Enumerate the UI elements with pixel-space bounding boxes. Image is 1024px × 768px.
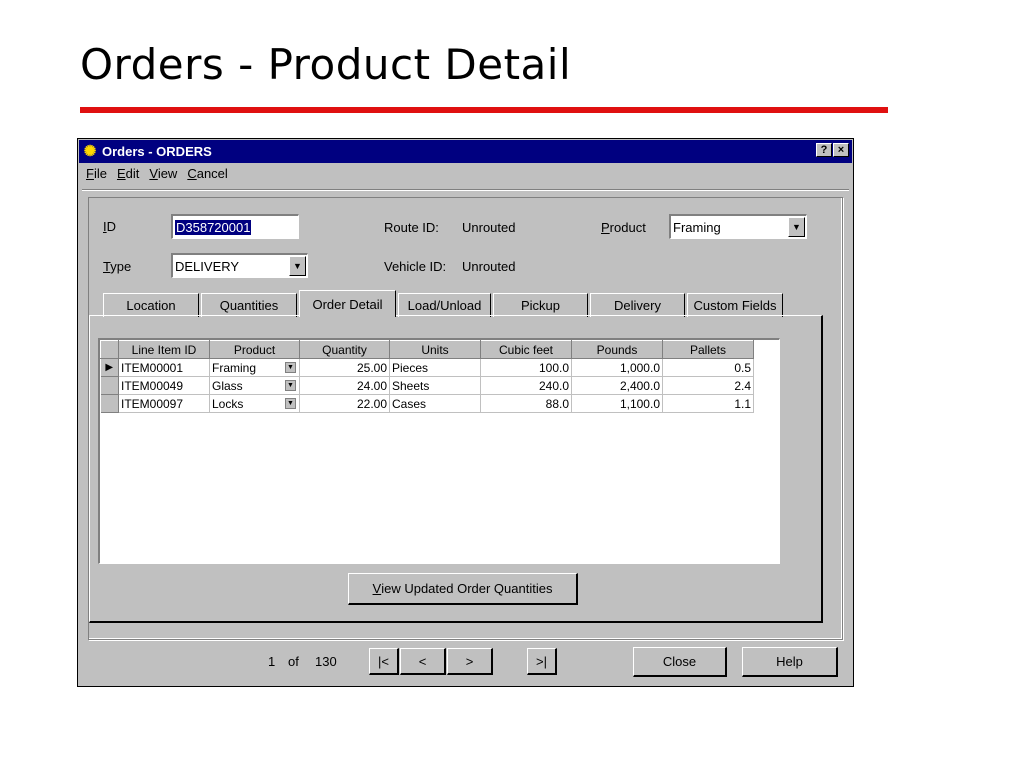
column-header[interactable]: Pounds [571,340,663,359]
id-label: ID [103,219,117,234]
id-field[interactable]: D358720001 [171,214,299,239]
tab-order-detail[interactable]: Order Detail [299,290,396,317]
chevron-down-icon[interactable]: ▼ [285,362,296,373]
close-button[interactable]: Close [633,647,727,677]
pallets-cell[interactable]: 2.4 [662,376,754,395]
table-row[interactable]: ▶ ITEM00001 Framing ▼ 25.00 Pieces 100.0 … [100,358,754,377]
close-icon[interactable]: × [833,143,849,157]
column-header[interactable]: Product [209,340,300,359]
column-header[interactable]: Cubic feet [480,340,572,359]
pager-total: 130 [315,654,337,669]
table-row[interactable]: ITEM00049 Glass ▼ 24.00 Sheets 240.0 2,40… [100,376,754,395]
pallets-cell[interactable]: 0.5 [662,358,754,377]
row-indicator-header [100,340,119,359]
line-item-id-cell[interactable]: ITEM00001 [118,358,210,377]
chevron-down-icon[interactable]: ▼ [788,217,805,237]
line-items-table: Line Item ID Product Quantity Units Cubi… [100,340,754,413]
product-value: Framing [673,219,721,235]
type-value: DELIVERY [175,258,240,274]
quantity-cell[interactable]: 22.00 [299,394,390,413]
slide-title: Orders - Product Detail [80,40,572,89]
menu-separator [82,189,849,191]
window-title: Orders - ORDERS [102,144,212,159]
column-header[interactable]: Units [389,340,481,359]
quantity-cell[interactable]: 25.00 [299,358,390,377]
next-record-button[interactable]: > [447,648,493,675]
type-label: Type [103,259,132,274]
previous-record-button[interactable]: < [400,648,446,675]
current-row-icon: ▶ [100,358,119,377]
cubic-feet-cell[interactable]: 100.0 [480,358,572,377]
sun-icon: ✺ [83,143,97,160]
product-combo[interactable]: Framing ▼ [669,214,807,239]
window-titlebar[interactable]: ✺ Orders - ORDERS ? × [79,140,852,163]
column-header[interactable]: Quantity [299,340,390,359]
title-underline [80,107,888,113]
vehicle-id-value: Unrouted [462,259,516,274]
line-item-id-cell[interactable]: ITEM00097 [118,394,210,413]
tab-quantities[interactable]: Quantities [201,293,297,317]
last-record-button[interactable]: >| [527,648,557,675]
units-cell[interactable]: Sheets [389,376,481,395]
quantity-cell[interactable]: 24.00 [299,376,390,395]
menu-view[interactable]: View [149,166,177,186]
tab-pickup[interactable]: Pickup [493,293,588,317]
first-record-button[interactable]: |< [369,648,399,675]
tab-delivery[interactable]: Delivery [590,293,685,317]
pounds-cell[interactable]: 1,000.0 [571,358,663,377]
pounds-cell[interactable]: 1,100.0 [571,394,663,413]
route-id-value: Unrouted [462,220,516,235]
route-id-label: Route ID: [384,220,439,235]
orders-window: ✺ Orders - ORDERS ? × File Edit View Can… [77,138,854,687]
menu-file[interactable]: File [86,166,107,186]
help-icon[interactable]: ? [816,143,832,157]
cubic-feet-cell[interactable]: 88.0 [480,394,572,413]
pallets-cell[interactable]: 1.1 [662,394,754,413]
tab-load-unload[interactable]: Load/Unload [398,293,491,317]
chevron-down-icon[interactable]: ▼ [285,398,296,409]
view-updated-quantities-button[interactable]: View Updated Order Quantities [348,573,578,605]
chevron-down-icon[interactable]: ▼ [289,256,306,276]
row-indicator [100,376,119,395]
product-cell[interactable]: Glass ▼ [209,376,300,395]
product-label: Product [601,220,646,235]
pager-current: 1 [268,654,276,669]
cubic-feet-cell[interactable]: 240.0 [480,376,572,395]
menu-cancel[interactable]: Cancel [187,166,227,186]
product-cell[interactable]: Locks ▼ [209,394,300,413]
column-header[interactable]: Line Item ID [118,340,210,359]
menu-bar: File Edit View Cancel [86,166,238,186]
grid-header-row: Line Item ID Product Quantity Units Cubi… [100,340,754,359]
type-combo[interactable]: DELIVERY ▼ [171,253,308,278]
row-indicator [100,394,119,413]
chevron-down-icon[interactable]: ▼ [285,380,296,391]
line-item-id-cell[interactable]: ITEM00049 [118,376,210,395]
product-cell[interactable]: Framing ▼ [209,358,300,377]
vehicle-id-label: Vehicle ID: [384,259,447,274]
table-row[interactable]: ITEM00097 Locks ▼ 22.00 Cases 88.0 1,100.… [100,394,754,413]
menu-edit[interactable]: Edit [117,166,139,186]
units-cell[interactable]: Pieces [389,358,481,377]
id-value: D358720001 [175,219,252,235]
column-header[interactable]: Pallets [662,340,754,359]
tab-custom-fields[interactable]: Custom Fields [687,293,783,317]
pounds-cell[interactable]: 2,400.0 [571,376,663,395]
tab-location[interactable]: Location [103,293,199,317]
units-cell[interactable]: Cases [389,394,481,413]
pager-of-label: of [288,654,299,669]
line-items-grid[interactable]: Line Item ID Product Quantity Units Cubi… [98,338,780,564]
help-button[interactable]: Help [742,647,838,677]
